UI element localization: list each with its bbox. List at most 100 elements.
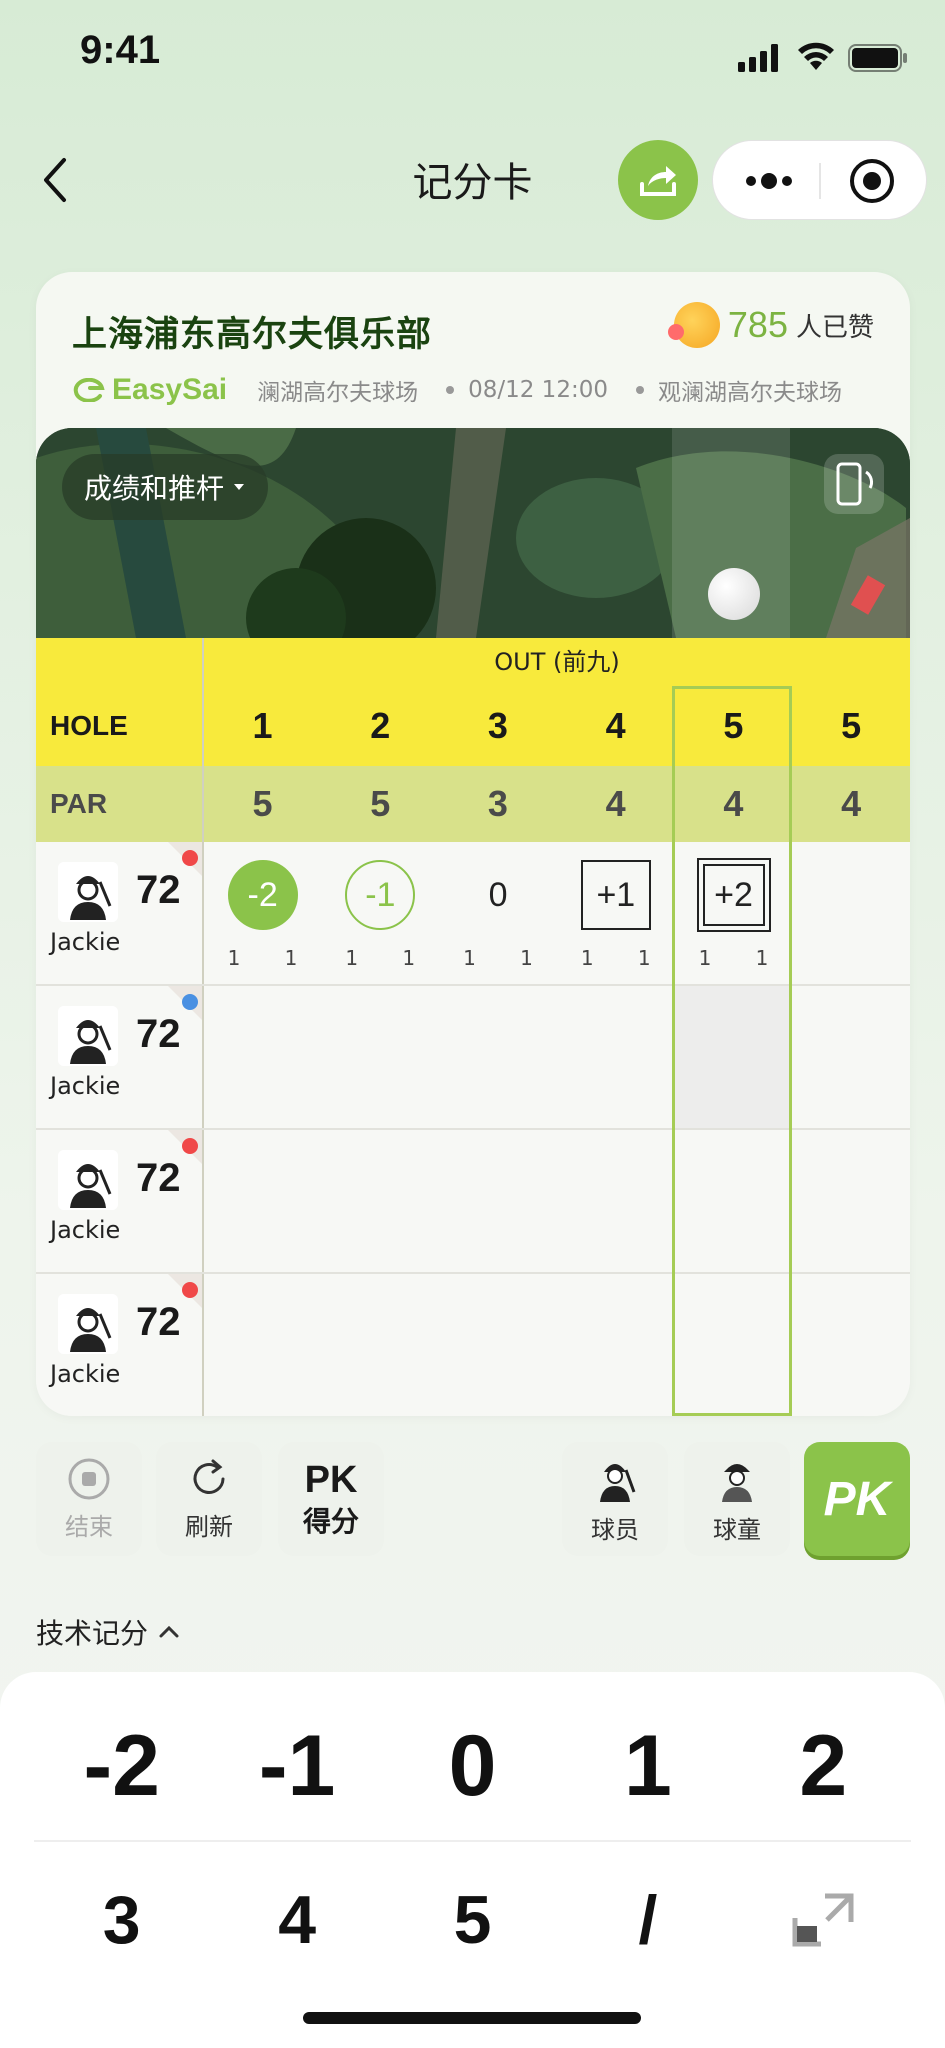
player-button[interactable]: 球员 bbox=[562, 1442, 668, 1556]
expand-icon bbox=[792, 1893, 854, 1947]
score-putt-dropdown[interactable]: 成绩和推杆 bbox=[62, 454, 269, 520]
score-cell[interactable] bbox=[321, 1130, 439, 1272]
share-button[interactable] bbox=[618, 140, 698, 220]
key-1[interactable]: 1 bbox=[560, 1692, 735, 1840]
tech-score-toggle[interactable]: 技术记分 bbox=[36, 1612, 180, 1652]
score-keypad: -2 -1 0 1 2 3 4 5 / bbox=[0, 1672, 945, 2048]
player-row: 72 Jackie bbox=[36, 1274, 910, 1416]
battery-icon bbox=[848, 44, 907, 72]
player-name: Jackie bbox=[50, 928, 121, 956]
back-arrow-icon[interactable] bbox=[30, 150, 80, 210]
score-cell[interactable] bbox=[557, 986, 675, 1128]
key-4[interactable]: 4 bbox=[209, 1844, 384, 1996]
hole-number[interactable]: 2 bbox=[321, 686, 439, 766]
refresh-button[interactable]: 刷新 bbox=[156, 1442, 262, 1556]
end-label: 结束 bbox=[65, 1512, 113, 1541]
status-bar: 9:41 bbox=[0, 0, 945, 110]
score-cell[interactable]: 0 1 1 bbox=[439, 842, 557, 984]
score-cell[interactable]: +2 1 1 bbox=[675, 842, 793, 984]
score-cell-selected[interactable] bbox=[674, 986, 793, 1128]
player-info[interactable]: 72 Jackie bbox=[36, 1130, 204, 1272]
score-cell[interactable] bbox=[557, 1130, 675, 1272]
player-row: 72 Jackie bbox=[36, 1130, 910, 1274]
score-cell[interactable]: -1 1 1 bbox=[321, 842, 439, 984]
score-cell[interactable] bbox=[321, 1274, 439, 1416]
refresh-label: 刷新 bbox=[185, 1512, 233, 1541]
keypad-row: 3 4 5 / bbox=[34, 1844, 911, 1996]
score-cell[interactable] bbox=[792, 1130, 910, 1272]
eagle-score: -2 bbox=[227, 860, 298, 930]
score-cell[interactable] bbox=[675, 1130, 793, 1272]
fairway-stat: 1 bbox=[520, 946, 533, 970]
expand-keypad-button[interactable] bbox=[736, 1844, 911, 1996]
score-cell[interactable] bbox=[321, 986, 439, 1128]
pk-main-button[interactable]: PK bbox=[804, 1442, 910, 1556]
hole-number[interactable]: 1 bbox=[204, 686, 322, 766]
score-cell[interactable] bbox=[792, 986, 910, 1128]
player-info[interactable]: 72 Jackie bbox=[36, 842, 204, 984]
score-cell[interactable] bbox=[204, 1274, 322, 1416]
key-5[interactable]: 5 bbox=[385, 1844, 560, 1996]
hole-number[interactable]: 5 bbox=[792, 686, 910, 766]
share-icon bbox=[640, 166, 676, 196]
pk-score-bottom: 得分 bbox=[302, 1506, 359, 1538]
player-info[interactable]: 72 Jackie bbox=[36, 1274, 204, 1416]
key-2[interactable]: 2 bbox=[736, 1692, 911, 1840]
hole-map[interactable]: 成绩和推杆 bbox=[36, 428, 910, 638]
scorecard-card: 上海浦东高尔夫俱乐部 785 人已赞 EasySai 澜湖高尔夫球场 08/12… bbox=[36, 272, 910, 1416]
caret-down-icon bbox=[234, 484, 245, 490]
player-total: 72 bbox=[136, 1156, 181, 1200]
score-cell[interactable] bbox=[204, 1130, 322, 1272]
key-minus-1[interactable]: -1 bbox=[209, 1692, 384, 1840]
club-name: 上海浦东高尔夫俱乐部 bbox=[72, 315, 433, 355]
key-0[interactable]: 0 bbox=[385, 1692, 560, 1840]
capsule-divider bbox=[819, 163, 821, 199]
caddie-label: 球童 bbox=[713, 1515, 761, 1544]
par-score: 0 bbox=[488, 875, 508, 914]
player-row: 72 Jackie bbox=[36, 986, 910, 1130]
player-total: 72 bbox=[136, 1300, 181, 1344]
player-name: Jackie bbox=[50, 1216, 121, 1244]
fairway-stat: 1 bbox=[284, 946, 298, 970]
player-status-dot bbox=[181, 994, 198, 1010]
hole-number[interactable]: 5 bbox=[675, 686, 793, 766]
tech-score-label: 技术记分 bbox=[36, 1617, 149, 1650]
key-3[interactable]: 3 bbox=[34, 1844, 209, 1996]
player-info[interactable]: 72 Jackie bbox=[36, 986, 204, 1128]
score-cell[interactable] bbox=[439, 1130, 557, 1272]
key-minus-2[interactable]: -2 bbox=[34, 1692, 209, 1840]
likes[interactable]: 785 人已赞 bbox=[667, 302, 874, 348]
score-cell[interactable] bbox=[557, 1274, 675, 1416]
golfer-avatar-icon bbox=[58, 1150, 118, 1210]
score-cell[interactable] bbox=[792, 1274, 910, 1416]
par-value: 5 bbox=[252, 783, 273, 824]
player-label: 球员 bbox=[591, 1515, 639, 1544]
more-dots-icon[interactable] bbox=[743, 163, 795, 199]
score-cell[interactable]: +1 1 1 bbox=[557, 842, 675, 984]
caddie-button[interactable]: 球童 bbox=[684, 1442, 790, 1556]
end-button[interactable]: 结束 bbox=[36, 1442, 142, 1556]
player-row: 72 Jackie -2 1 1 -1 1 1 0 1 1 +1 1 1 +2 … bbox=[36, 842, 910, 986]
score-cell[interactable] bbox=[439, 986, 557, 1128]
pk-score-button[interactable]: PK 得分 bbox=[278, 1442, 384, 1556]
stop-circle-icon bbox=[68, 1458, 110, 1499]
key-slash[interactable]: / bbox=[560, 1844, 735, 1996]
golfer-avatar-icon bbox=[58, 862, 118, 922]
keypad-row: -2 -1 0 1 2 bbox=[34, 1692, 911, 1842]
cellular-signal-icon bbox=[738, 44, 778, 72]
golfer-avatar-icon bbox=[58, 1006, 118, 1066]
easysai-logo-icon bbox=[73, 378, 105, 402]
round-datetime: 08/12 12:00 bbox=[468, 377, 608, 403]
score-cell[interactable] bbox=[204, 986, 322, 1128]
hole-number[interactable]: 3 bbox=[439, 686, 557, 766]
score-cell[interactable] bbox=[792, 842, 910, 984]
par-value: 5 bbox=[370, 783, 391, 824]
phone-rotate-button[interactable] bbox=[824, 454, 884, 514]
score-cell[interactable]: -2 1 1 bbox=[204, 842, 322, 984]
bogey-score: +1 bbox=[580, 860, 651, 930]
hole-number[interactable]: 4 bbox=[557, 686, 675, 766]
close-target-icon[interactable] bbox=[848, 157, 896, 205]
score-cell[interactable] bbox=[439, 1274, 557, 1416]
score-cell[interactable] bbox=[675, 1274, 793, 1416]
par-value: 4 bbox=[841, 783, 862, 824]
